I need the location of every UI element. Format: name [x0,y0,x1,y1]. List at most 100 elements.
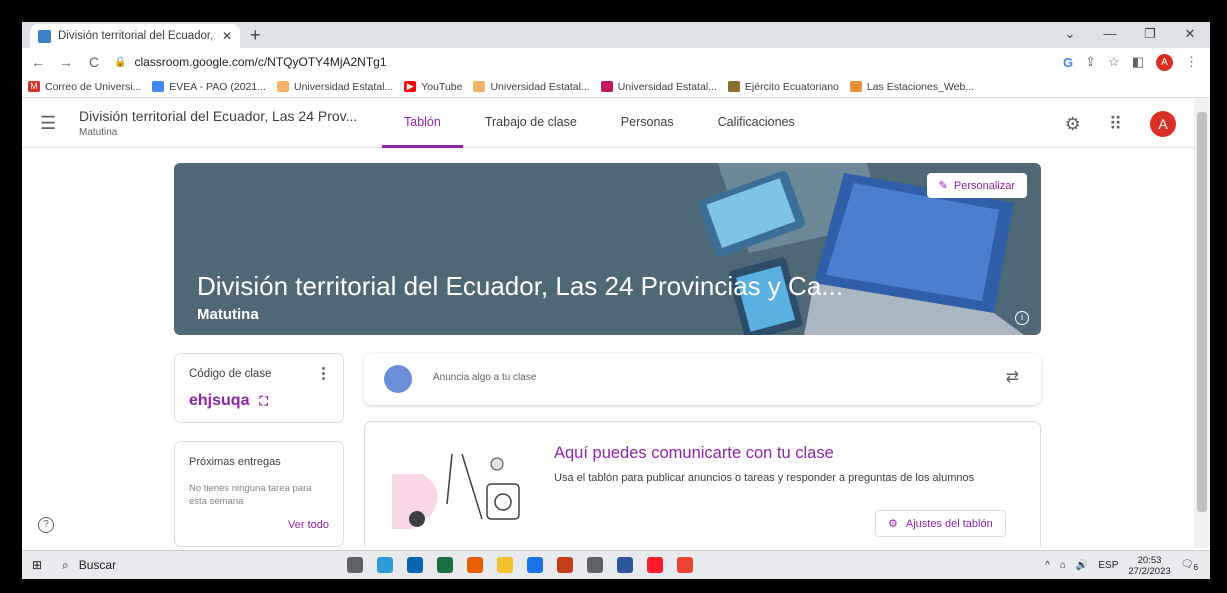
windows-taskbar: ⊞ ⌕ Buscar ^ ⌂ 🔊 ESP 20:53 27/2/2023 🗨6 [22,550,1210,579]
fullscreen-icon[interactable]: ⛶ [259,394,267,409]
clock[interactable]: 20:53 27/2/2023 [1128,555,1170,577]
bookmark-favicon-icon: M [28,81,40,92]
task-view-app-icon[interactable] [340,551,370,580]
tab-classwork[interactable]: Trabajo de clase [463,98,599,148]
forward-icon[interactable]: → [54,54,78,70]
bookmark-favicon-icon: ▶ [404,81,417,92]
bookmark-label: Universidad Estatal... [490,80,590,93]
communicate-description: Usa el tablón para publicar anuncios o t… [554,472,975,484]
network-icon[interactable]: ⌂ [1060,560,1066,571]
new-tab-button[interactable]: + [250,25,261,46]
bookmark-label: Universidad Estatal... [617,80,717,93]
help-icon[interactable]: ? [38,517,54,533]
account-avatar[interactable]: A [1150,111,1176,137]
bookmark-star-icon[interactable]: ☆ [1108,54,1120,70]
bookmark-item[interactable]: M Correo de Universi... [28,81,141,93]
tray-chevron-icon[interactable]: ^ [1045,560,1050,571]
excel-icon [437,557,453,573]
tab-tablon[interactable]: Tablón [382,98,463,148]
pencil-icon: ✎ [938,180,948,192]
bookmark-label: Universidad Estatal... [293,80,394,93]
bookmark-item[interactable]: Universidad Estatal... [600,80,717,93]
side-panel-icon[interactable]: ◧ [1132,54,1144,70]
bookmark-item[interactable]: Universidad Estatal... [276,80,394,93]
task-view-icon [347,557,363,573]
view-all-link[interactable]: Ver todo [288,519,329,531]
minimize-button[interactable]: — [1090,22,1130,48]
bookmark-item[interactable]: Universidad Estatal... [473,80,590,93]
opera-app-icon[interactable] [640,551,670,580]
classroom-favicon-icon [38,29,51,43]
chrome-app-icon[interactable] [670,551,700,580]
communicate-title: Aquí puedes comunicarte con tu clase [554,444,834,462]
customize-button[interactable]: ✎ Personalizar [926,173,1027,198]
class-nav-tabs: Tablón Trabajo de clase Personas Calific… [382,98,817,148]
share-icon[interactable]: ⇪ [1085,54,1096,70]
bookmark-item[interactable]: EVEA - PAO (2021... [152,81,266,93]
banner-class-title[interactable]: División territorial del Ecuador, Las 24… [197,271,843,302]
browser-tab-strip: División territorial del Ecuador, Li ✕ +… [22,22,1210,48]
headset-app-icon[interactable] [520,551,550,580]
class-section: Matutina [79,127,118,138]
announce-box[interactable]: Anuncia algo a tu clase ⇄ [364,353,1041,405]
upcoming-card: Próximas entregas No tienes ninguna tare… [174,441,344,547]
profile-avatar[interactable]: A [1156,53,1173,71]
word-app-icon[interactable] [610,551,640,580]
edge-app-icon[interactable] [370,551,400,580]
upcoming-title: Próximas entregas [189,456,281,468]
bookmark-item[interactable]: ▶ YouTube [404,81,462,93]
back-icon[interactable]: ← [26,54,50,70]
scrollbar-thumb[interactable] [1197,112,1207,512]
apps-grid-icon[interactable]: ⠿ [1109,114,1122,135]
page-scrollbar[interactable] [1194,98,1210,548]
url-input[interactable]: 🔒 classroom.google.com/c/NTQyOTY4MjA2NTg… [114,51,1063,73]
announce-placeholder[interactable]: Anuncia algo a tu clase [433,372,536,383]
gear-icon: ⚙ [888,518,898,530]
close-tab-icon[interactable]: ✕ [222,29,232,43]
taskbar-search[interactable]: ⌕ Buscar [52,551,312,580]
bookmarks-bar: M Correo de Universi... EVEA - PAO (2021..… [22,76,1210,98]
bookmark-item[interactable]: Ejército Ecuatoriano [727,80,839,93]
stream-settings-label: Ajustes del tablón [905,517,993,530]
tab-people[interactable]: Personas [599,98,696,148]
window-controls: ⌄ — ❐ ✕ [1050,22,1210,48]
main-menu-icon[interactable]: ☰ [40,113,56,134]
firefox-app-icon[interactable] [460,551,490,580]
communicate-card: Aquí puedes comunicarte con tu clase Usa… [364,421,1041,547]
camera-app-icon[interactable] [580,551,610,580]
tab-grades[interactable]: Calificaciones [696,98,817,148]
browser-menu-icon[interactable]: ⋮ [1185,54,1198,70]
bookmark-favicon-icon [152,81,165,92]
powerpoint-app-icon[interactable] [550,551,580,580]
tab-search-icon[interactable]: ⌄ [1050,22,1090,48]
browser-tab[interactable]: División territorial del Ecuador, Li ✕ [30,24,240,48]
bookmark-favicon-icon [727,81,740,92]
explorer-app-icon[interactable] [490,551,520,580]
info-icon[interactable]: i [1015,311,1029,325]
bookmark-label: Ejército Ecuatoriano [744,80,839,93]
settings-gear-icon[interactable]: ⚙ [1065,114,1081,135]
mail-app-icon[interactable] [400,551,430,580]
bookmark-label: EVEA - PAO (2021... [169,80,266,93]
upcoming-empty-text: No tienes ninguna tarea para esta semana [189,483,312,507]
windows-start-icon[interactable]: ⊞ [22,558,52,572]
google-lens-icon[interactable]: G [1063,55,1073,70]
reload-icon[interactable]: C [82,54,106,70]
bookmark-favicon-icon [849,81,862,92]
class-title[interactable]: División territorial del Ecuador, Las 24… [79,108,357,124]
repost-icon[interactable]: ⇄ [1006,367,1019,387]
stream-settings-button[interactable]: ⚙ Ajustes del tablón [875,510,1006,537]
lock-icon[interactable]: 🔒 [114,57,126,68]
restore-button[interactable]: ❐ [1130,22,1170,48]
banner-class-section: Matutina [197,306,259,323]
close-window-button[interactable]: ✕ [1170,22,1210,48]
class-code-card: Código de clase ⋮ ehjsuqa ⛶ [174,353,344,423]
address-bar: ← → C 🔒 classroom.google.com/c/NTQyOTY4M… [22,48,1210,76]
notifications-icon[interactable]: 🗨6 [1181,559,1198,572]
excel-app-icon[interactable] [430,551,460,580]
more-options-icon[interactable]: ⋮ [316,364,331,382]
bookmark-label: Las Estaciones_Web... [866,80,975,93]
volume-icon[interactable]: 🔊 [1076,560,1088,571]
bookmark-item[interactable]: Las Estaciones_Web... [849,80,975,93]
language-indicator[interactable]: ESP [1098,560,1118,571]
